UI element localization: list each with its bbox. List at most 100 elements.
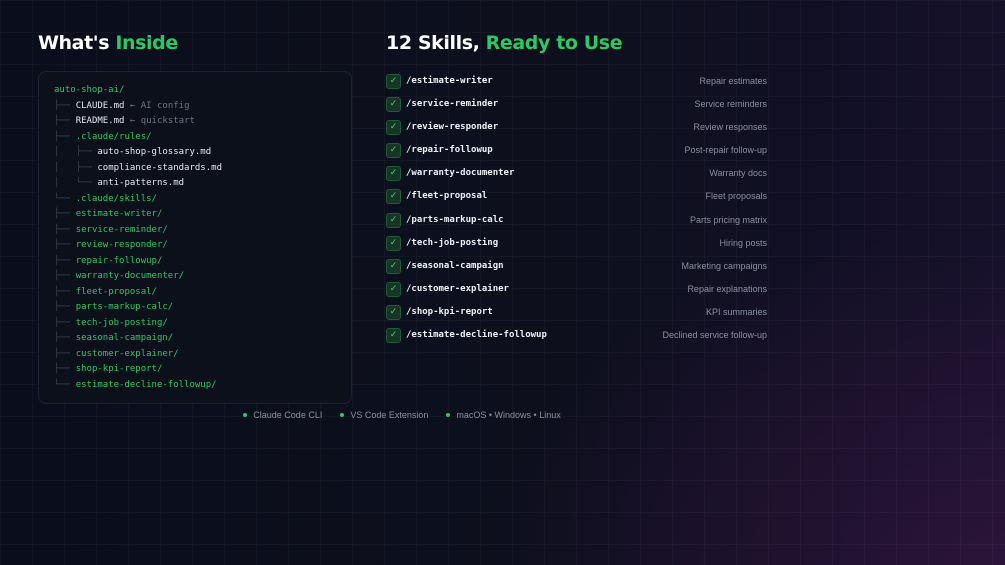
skill-row: ✓ /seasonal-campaign Marketing campaigns: [386, 258, 767, 281]
skill-command: /seasonal-campaign: [406, 260, 504, 271]
skill-row: ✓ /parts-markup-calc Parts pricing matrix: [386, 212, 767, 235]
skill-command: /estimate-writer: [406, 76, 493, 86]
check-icon: ✓: [386, 235, 401, 251]
skills-heading-accent: Ready to Use: [485, 32, 623, 54]
footer-item: VS Code Extension: [340, 410, 428, 420]
tree-line: │ ├── compliance-standards.md: [39, 161, 351, 177]
footer-label: Claude Code CLI: [253, 410, 323, 420]
tree-line: ├── shop-kpi-report/: [39, 362, 351, 378]
tree-line: ├── customer-explainer/: [39, 347, 351, 363]
tree-folder-name: warranty-documenter/: [75, 271, 185, 281]
tree-connector: ├──: [54, 364, 76, 374]
tree-connector: │ ├──: [54, 147, 98, 157]
tree-folder-name: auto-shop-ai/: [54, 85, 125, 95]
skill-description: Review responses: [693, 122, 767, 133]
whats-inside-heading-prefix: What's: [38, 32, 110, 54]
tree-comment: ← AI config: [124, 100, 190, 111]
tree-file-name: compliance-standards.md: [97, 162, 222, 173]
tree-folder-name: .claude/rules/: [75, 131, 152, 142]
skill-command: /parts-markup-calc: [406, 214, 504, 225]
tree-connector: ├──: [54, 271, 76, 281]
skill-description: Hiring posts: [719, 237, 767, 248]
skill-description: Service reminders: [694, 99, 767, 110]
tree-connector: ├──: [54, 116, 76, 126]
skill-row: ✓ /review-responder Review responses: [386, 119, 767, 142]
skill-row: ✓ /fleet-proposal Fleet proposals: [386, 188, 767, 211]
skill-description: Warranty docs: [709, 168, 767, 179]
tree-line: ├── tech-job-posting/: [39, 316, 351, 332]
skill-row: ✓ /tech-job-posting Hiring posts: [386, 235, 767, 258]
check-icon: ✓: [386, 189, 401, 205]
skill-description: Fleet proposals: [705, 191, 767, 202]
tree-connector: ├──: [54, 224, 76, 235]
footer-item: Claude Code CLI: [243, 410, 322, 420]
check-icon: ✓: [386, 281, 401, 297]
tree-line: ├── review-responder/: [39, 238, 351, 254]
dot-icon: [446, 413, 451, 417]
tree-folder-name: seasonal-campaign/: [75, 333, 174, 343]
tree-file-name: anti-patterns.md: [97, 178, 185, 188]
tree-line: ├── seasonal-campaign/: [39, 331, 351, 347]
tree-connector: ├──: [54, 348, 76, 359]
skill-description: Repair estimates: [699, 76, 767, 86]
skill-row: ✓ /shop-kpi-report KPI summaries: [386, 304, 767, 327]
skill-command: /tech-job-posting: [406, 237, 499, 248]
tree-connector: ├──: [54, 100, 76, 111]
platform-footer: Claude Code CLI VS Code Extension macOS • …: [0, 410, 804, 420]
tree-folder-name: shop-kpi-report/: [75, 364, 163, 374]
skill-command: /service-reminder: [406, 99, 499, 110]
skill-command: /customer-explainer: [406, 283, 509, 294]
skills-heading-prefix: 12 Skills,: [386, 32, 480, 54]
skill-row: ✓ /service-reminder Service reminders: [386, 96, 767, 119]
tree-line: ├── repair-followup/: [39, 254, 351, 270]
tree-connector: └──: [54, 379, 76, 390]
tree-connector: ├──: [54, 302, 76, 312]
dot-icon: [243, 413, 248, 417]
check-icon: ✓: [386, 120, 401, 136]
tree-connector: ├──: [54, 209, 76, 219]
skill-command: /warranty-documenter: [406, 168, 515, 179]
skill-description: Parts pricing matrix: [689, 214, 767, 225]
check-icon: ✓: [386, 74, 401, 89]
dot-icon: [340, 413, 345, 417]
whats-inside-heading: What's Inside: [38, 32, 178, 54]
tree-folder-name: estimate-writer/: [75, 209, 163, 219]
tree-line: ├── service-reminder/: [39, 223, 351, 239]
tree-file-name: README.md: [75, 116, 125, 126]
tree-folder-name: review-responder/: [75, 240, 168, 250]
skill-command: /shop-kpi-report: [406, 306, 493, 317]
tree-line: ├── warranty-documenter/: [39, 269, 351, 285]
file-tree-panel: auto-shop-ai/├── CLAUDE.md ← AI config ├─…: [38, 71, 352, 404]
skill-row: ✓ /repair-followup Post-repair follow-up: [386, 142, 767, 165]
tree-connector: └──: [54, 193, 76, 204]
skill-row: ✓ /estimate-decline-followup Declined serv…: [386, 327, 767, 350]
whats-inside-heading-accent: Inside: [115, 32, 178, 54]
tree-folder-name: repair-followup/: [75, 255, 163, 266]
tree-folder-name: customer-explainer/: [75, 348, 179, 359]
tree-line: │ ├── auto-shop-glossary.md: [39, 145, 351, 161]
tree-folder-name: parts-markup-calc/: [75, 302, 174, 312]
tree-connector: │ ├──: [54, 162, 98, 173]
tree-line: ├── .claude/rules/: [39, 130, 351, 146]
tree-line: ├── README.md ← quickstart: [39, 114, 351, 130]
tree-connector: ├──: [54, 255, 76, 266]
tree-connector: ├──: [54, 317, 76, 328]
tree-line: └── estimate-decline-followup/: [39, 378, 351, 394]
footer-label: macOS • Windows • Linux: [456, 410, 561, 420]
skill-description: Post-repair follow-up: [684, 145, 767, 156]
check-icon: ✓: [386, 143, 401, 159]
check-icon: ✓: [386, 328, 401, 344]
check-icon: ✓: [386, 166, 401, 182]
tree-connector: ├──: [54, 333, 76, 343]
skill-command: /review-responder: [406, 122, 499, 133]
check-icon: ✓: [386, 97, 401, 113]
skill-description: Repair explanations: [687, 283, 767, 294]
tree-folder-name: tech-job-posting/: [75, 317, 168, 328]
check-icon: ✓: [386, 212, 401, 228]
tree-line: ├── fleet-proposal/: [39, 285, 351, 301]
check-icon: ✓: [386, 304, 401, 320]
check-icon: ✓: [386, 258, 401, 274]
skills-heading: 12 Skills, Ready to Use: [386, 32, 623, 54]
skill-row: ✓ /warranty-documenter Warranty docs: [386, 165, 767, 188]
tree-folder-name: .claude/skills/: [75, 193, 157, 204]
